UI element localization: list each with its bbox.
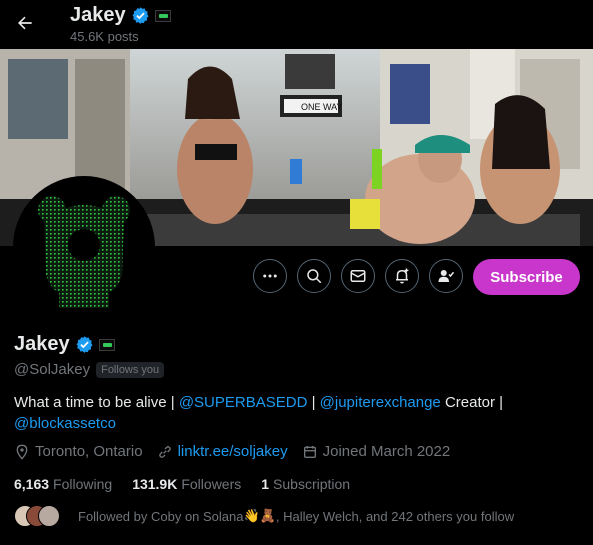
followed-by-text: Followed by Coby on Solana xyxy=(78,508,244,524)
profile-actions: Subscribe xyxy=(0,259,593,297)
website-link[interactable]: linktr.ee/soljakey xyxy=(178,443,288,460)
location-item: Toronto, Ontario xyxy=(14,443,143,460)
header-title-row: Jakey xyxy=(70,4,171,27)
search-profile-button[interactable] xyxy=(297,259,331,293)
location-text: Toronto, Ontario xyxy=(35,443,143,460)
affiliate-badge-icon[interactable] xyxy=(98,338,115,351)
verified-badge-icon xyxy=(132,7,149,24)
followers-label: Followers xyxy=(181,476,242,492)
affiliate-badge-icon xyxy=(154,9,171,22)
calendar-icon xyxy=(303,445,316,458)
handle-row: @SolJakey Follows you xyxy=(14,361,165,378)
profile-meta: Toronto, Ontario linktr.ee/soljakey Join… xyxy=(14,443,464,460)
mail-icon xyxy=(350,270,366,282)
following-count: 6,163 xyxy=(14,476,50,492)
profile-bio: What a time to be alive | @SUPERBASEDD |… xyxy=(14,392,574,434)
subscriptions-label: Subscription xyxy=(273,476,351,492)
bell-plus-icon xyxy=(396,268,409,284)
notifications-button[interactable] xyxy=(385,259,419,293)
more-options-button[interactable] xyxy=(253,259,287,293)
header-title: Jakey xyxy=(70,4,126,26)
message-button[interactable] xyxy=(341,259,375,293)
display-name: Jakey xyxy=(14,333,70,355)
subscriptions-count: 1 xyxy=(261,476,270,492)
bio-mention-superbasedd[interactable]: @SUPERBASEDD xyxy=(179,394,308,411)
joined-text: Joined March 2022 xyxy=(322,443,451,460)
bio-mention-jupiterexchange[interactable]: @jupiterexchange xyxy=(320,394,441,411)
link-icon xyxy=(158,445,171,458)
profile-name-row: Jakey xyxy=(14,333,115,356)
user-handle: @SolJakey xyxy=(14,361,91,378)
back-button[interactable] xyxy=(8,6,42,40)
followed-by-row[interactable]: Followed by Coby on Solana 👋🧸 , Halley W… xyxy=(14,505,514,527)
person-check-icon xyxy=(438,270,455,282)
subscribe-button[interactable]: Subscribe xyxy=(473,259,580,295)
more-horizontal-icon xyxy=(263,274,277,278)
following-label: Following xyxy=(53,476,113,492)
location-pin-icon xyxy=(16,444,28,460)
top-bar: Jakey 45.6K posts xyxy=(0,0,593,49)
followers-count: 131.9K xyxy=(132,476,178,492)
avatar xyxy=(38,505,60,527)
followed-by-text-rest: , Halley Welch, and 242 others you follo… xyxy=(275,508,515,524)
search-icon xyxy=(307,269,322,284)
following-stat[interactable]: 6,163 Following xyxy=(14,476,112,492)
bio-text: Creator | xyxy=(440,394,504,411)
bio-mention-blockassetco[interactable]: @blockassetco xyxy=(14,415,116,432)
bio-separator: | xyxy=(307,394,320,411)
following-button[interactable] xyxy=(429,259,463,293)
profile-stats: 6,163 Following 131.9K Followers 1 Subscrip… xyxy=(14,476,370,492)
one-way-sign-text: ONE WAY xyxy=(301,102,343,112)
arrow-left-icon xyxy=(18,16,32,30)
follower-avatars xyxy=(14,505,66,527)
website-item: linktr.ee/soljakey xyxy=(157,443,288,460)
joined-item: Joined March 2022 xyxy=(302,443,451,460)
posts-count: 45.6K posts xyxy=(70,29,139,44)
followed-by-emoji: 👋🧸 xyxy=(243,508,276,523)
bio-text: What a time to be alive | xyxy=(14,394,179,411)
verified-badge-icon[interactable] xyxy=(75,335,94,354)
followers-stat[interactable]: 131.9K Followers xyxy=(132,476,241,492)
subscriptions-stat[interactable]: 1 Subscription xyxy=(261,476,350,492)
follows-you-badge: Follows you xyxy=(96,361,165,378)
